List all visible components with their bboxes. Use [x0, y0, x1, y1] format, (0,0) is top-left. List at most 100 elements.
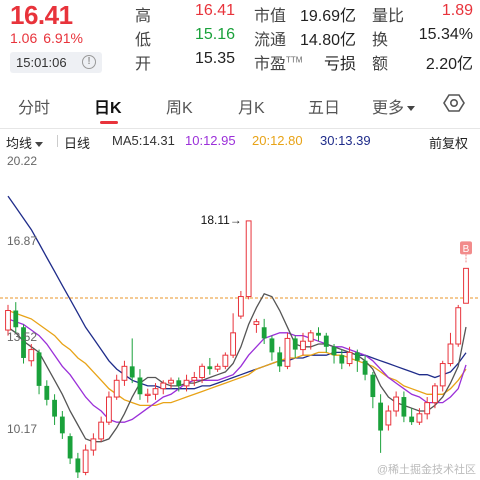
- ma-selector-label: 均线: [6, 136, 33, 151]
- candle-body: [292, 338, 298, 350]
- chevron-down-icon: [407, 106, 416, 112]
- candle-body: [237, 296, 244, 317]
- tab-weekly-k[interactable]: 周K: [166, 94, 193, 118]
- float-label: 流通: [254, 32, 287, 49]
- ma20-legend: 20:12.80: [252, 133, 303, 148]
- candle-body: [191, 377, 198, 381]
- tab-monthly-k[interactable]: 月K: [238, 94, 265, 118]
- candle-body: [261, 327, 267, 339]
- candle-body: [106, 396, 112, 423]
- candle-body: [52, 399, 57, 417]
- candle-body: [401, 397, 407, 417]
- low-label: 低: [135, 32, 152, 49]
- candle-body: [432, 385, 438, 404]
- candle-body: [67, 436, 73, 459]
- divider: [57, 135, 58, 147]
- chart-controls: 均线 日线 MA5:14.31 10:12.95 20:12.80 30:13.…: [0, 130, 480, 152]
- ma5-line: [7, 293, 467, 443]
- candle-body: [121, 365, 128, 381]
- candle-body: [393, 396, 400, 412]
- quote-header: 16.41 1.06 6.91% 15:01:06 ! 高 16.41 低 15.…: [0, 0, 480, 78]
- candle-body: [214, 365, 221, 370]
- settings-icon[interactable]: [443, 92, 465, 114]
- candle-body: [300, 340, 306, 351]
- vol-ratio-value: 1.89: [441, 2, 473, 19]
- float-value: 14.80亿: [299, 32, 356, 49]
- ma30-legend: 30:13.39: [320, 133, 371, 148]
- quote-time[interactable]: 15:01:06 !: [10, 52, 102, 73]
- candle-body: [137, 377, 143, 395]
- buy-marker-label: B: [463, 244, 470, 255]
- open-label: 开: [135, 56, 152, 73]
- amount-value: 2.20亿: [425, 56, 473, 73]
- low-value: 15.16: [194, 26, 235, 43]
- kline-canvas[interactable]: 18.11→ B: [0, 152, 480, 480]
- tab-more-label: 更多: [372, 100, 405, 117]
- pe-ttm: TTM: [286, 55, 303, 65]
- candle-body: [152, 388, 159, 395]
- y-tick-label: 16.87: [7, 234, 38, 248]
- candle-body: [168, 379, 174, 384]
- candle-body: [316, 332, 321, 336]
- quote-time-text: 15:01:06: [16, 55, 67, 70]
- open-value: 15.35: [194, 50, 235, 67]
- candle-body: [13, 310, 19, 328]
- tab-daily-k[interactable]: 日K: [94, 94, 122, 118]
- chevron-down-icon: [35, 142, 44, 148]
- candle-body: [362, 360, 368, 375]
- ma5-legend: MA5:14.31: [112, 133, 175, 148]
- candle-body: [439, 363, 446, 387]
- candle-body: [339, 355, 345, 364]
- candle-body: [129, 366, 135, 378]
- price-change: 1.06 6.91%: [10, 30, 89, 46]
- candle-body: [447, 343, 454, 365]
- candle-body: [113, 379, 120, 398]
- candle-body: [307, 332, 314, 342]
- active-tab-indicator: [100, 121, 118, 124]
- candle-body: [354, 352, 360, 361]
- change-amount: 1.06: [10, 30, 38, 46]
- candle-body: [346, 351, 353, 365]
- candle-body: [269, 338, 275, 353]
- kline-chart[interactable]: 18.11→ B 20.22 16.87 13.52 10.17 @稀土掘金技术社…: [0, 152, 480, 480]
- adjustment-selector[interactable]: 前复权: [429, 133, 468, 152]
- candle-body: [28, 349, 35, 362]
- candle-body: [284, 337, 291, 367]
- candle-body: [90, 438, 97, 451]
- period-selector[interactable]: 日线: [64, 133, 90, 152]
- candle-body: [199, 365, 205, 379]
- change-percent: 6.91%: [43, 30, 83, 46]
- info-icon[interactable]: !: [82, 55, 96, 69]
- candle-body: [385, 410, 392, 426]
- high-value: 16.41: [194, 2, 235, 19]
- y-tick-label: 10.17: [7, 422, 38, 436]
- last-price: 16.41: [10, 0, 73, 30]
- candle-body: [416, 413, 423, 423]
- candle-body: [253, 321, 260, 325]
- candle-body: [409, 416, 415, 423]
- amount-label: 额: [372, 56, 389, 73]
- ma-selector[interactable]: 均线: [6, 133, 44, 152]
- candle-body: [378, 402, 384, 431]
- turnover-value: 15.34%: [418, 26, 473, 43]
- candle-body: [98, 421, 105, 440]
- turnover-label: 换: [372, 32, 389, 49]
- y-tick-label: 20.22: [7, 154, 38, 168]
- candle-body: [5, 310, 11, 331]
- candle-body: [59, 416, 65, 434]
- pe-label-text: 市盈: [254, 56, 287, 73]
- mktcap-value: 19.69亿: [299, 8, 356, 25]
- candle-body: [277, 352, 283, 367]
- candle-body: [36, 352, 42, 386]
- tab-more[interactable]: 更多: [372, 94, 416, 118]
- tabs-divider: [0, 128, 480, 129]
- candle-body: [183, 379, 190, 387]
- candle-body: [455, 307, 462, 345]
- candle-body: [144, 393, 151, 396]
- mktcap-label: 市值: [254, 8, 287, 25]
- period-tabs: 分时 日K 周K 月K 五日 更多: [0, 90, 480, 126]
- tab-intraday[interactable]: 分时: [18, 94, 50, 118]
- tab-five-day[interactable]: 五日: [308, 94, 340, 118]
- candle-body: [160, 382, 167, 390]
- ma10-legend: 10:12.95: [185, 133, 236, 148]
